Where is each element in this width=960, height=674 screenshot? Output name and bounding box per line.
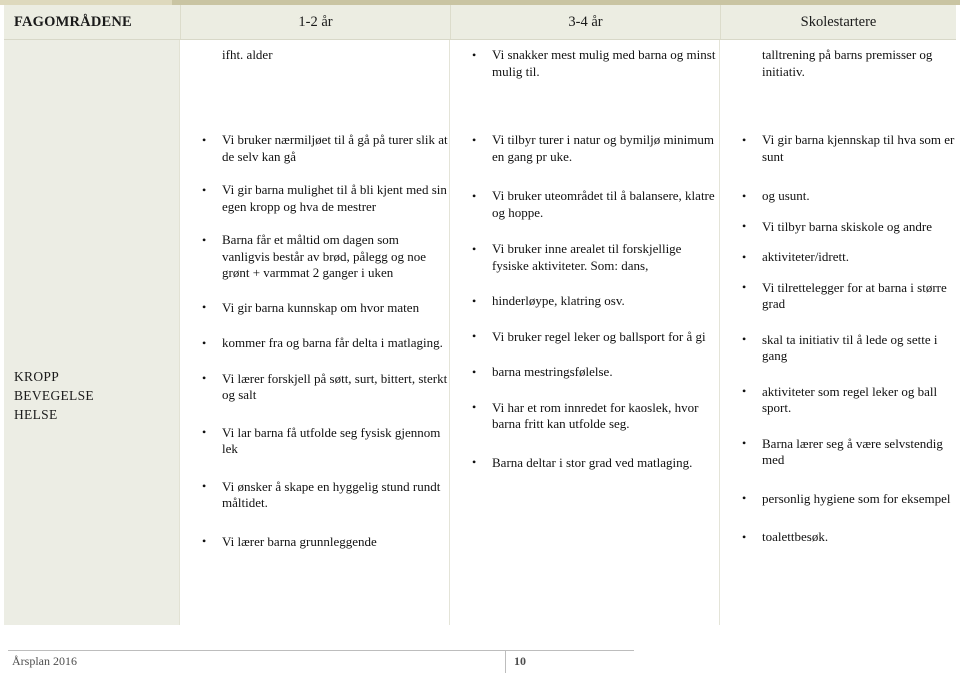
header-cell-age-1-2: 1-2 år [180,5,450,39]
document-page: FAGOMRÅDENE 1-2 år 3-4 år Skolestartere … [0,0,960,674]
header-cell-age-3-4: 3-4 år [450,5,720,39]
list-age-3-4: Vi tilbyr turer i natur og bymiljø minim… [450,132,719,471]
list-item: aktiviteter/idrett. [720,249,956,266]
cell-age-3-4: Vi snakker mest mulig med barna og minst… [450,40,720,625]
list-item: personlig hygiene som for eksempel [720,490,956,508]
list-item: kommer fra og barna får delta i matlagin… [180,335,449,352]
lead-text-age-1-2: ifht. alder [222,47,273,62]
list-item: Vi bruker uteområdet til å balansere, kl… [450,188,719,221]
list-item: Vi gir barna kunnskap om hvor maten [180,299,449,317]
row-label-line-2: BEVEGELSE [14,388,94,403]
footer-page-number: 10 [505,651,634,673]
list-item: Vi har et rom innredet for kaoslek, hvor… [450,399,719,433]
row-label-line-1: KROPP [14,369,60,384]
list-item: skal ta initiativ til å lede og sette i … [720,331,956,365]
list-item: Vi gir barna mulighet til å bli kjent me… [180,182,449,215]
table-header-row: FAGOMRÅDENE 1-2 år 3-4 år Skolestartere [4,5,956,40]
list-item: Vi bruker regel leker og ballsport for å… [450,328,719,346]
list-top-age-3-4: Vi snakker mest mulig med barna og minst… [450,47,719,80]
list-item: aktiviteter som regel leker og ball spor… [720,383,956,417]
header-cell-school-starters: Skolestartere [720,5,956,39]
list-item: Vi tilbyr barna skiskole og andre [720,218,956,236]
table-body-row: KROPP BEVEGELSE HELSE ifht. alder Vi bru… [4,40,956,625]
cell-age-1-2: ifht. alder Vi bruker nærmiljøet til å g… [180,40,450,625]
list-item: Vi tilrettelegger for at barna i større … [720,279,956,313]
list-item: barna mestringsfølelse. [450,364,719,381]
list-item: Barna deltar i stor grad ved matlaging. [450,454,719,472]
header-cell-fagomradene: FAGOMRÅDENE [4,5,180,39]
page-footer: Årsplan 2016 10 [8,650,634,674]
fagomradene-table: FAGOMRÅDENE 1-2 år 3-4 år Skolestartere … [4,5,956,625]
list-item: Vi bruker inne arealet til forskjellige … [450,241,719,274]
list-age-1-2: Vi bruker nærmiljøet til å gå på turer s… [180,132,449,550]
row-label-line-3: HELSE [14,407,58,422]
header-label-school-starters: Skolestartere [800,13,877,30]
row-label-cell: KROPP BEVEGELSE HELSE [4,40,180,625]
list-school-starters: Vi gir barna kjennskap til hva som er su… [720,132,956,546]
list-item: Vi lar barna få utfolde seg fysisk gjenn… [180,424,449,458]
list-item: Vi gir barna kjennskap til hva som er su… [720,132,956,165]
lead-text-school-starters: talltrening på barns premisser og initia… [762,47,933,79]
list-item: Vi lærer forskjell på søtt, surt, bitter… [180,370,449,404]
footer-document-title: Årsplan 2016 [12,654,77,668]
list-item: Vi ønsker å skape en hyggelig stund rund… [180,478,449,512]
list-item: Vi snakker mest mulig med barna og minst… [450,47,719,80]
cell-school-starters: talltrening på barns premisser og initia… [720,40,956,625]
list-item: og usunt. [720,188,956,205]
list-item: Vi bruker nærmiljøet til å gå på turer s… [180,132,449,165]
list-item: Barna lærer seg å være selvstendig med [720,435,956,469]
header-label-fagomradene: FAGOMRÅDENE [14,13,132,30]
list-item: hinderløype, klatring osv. [450,293,719,310]
list-item: Barna får et måltid om dagen som vanligv… [180,232,449,282]
header-label-age-1-2: 1-2 år [298,13,333,30]
list-item: toalettbesøk. [720,529,956,546]
header-label-age-3-4: 3-4 år [568,13,603,30]
row-label-stack: KROPP BEVEGELSE HELSE [14,367,94,424]
list-item: Vi tilbyr turer i natur og bymiljø minim… [450,132,719,165]
list-item: Vi lærer barna grunnleggende [180,533,449,551]
